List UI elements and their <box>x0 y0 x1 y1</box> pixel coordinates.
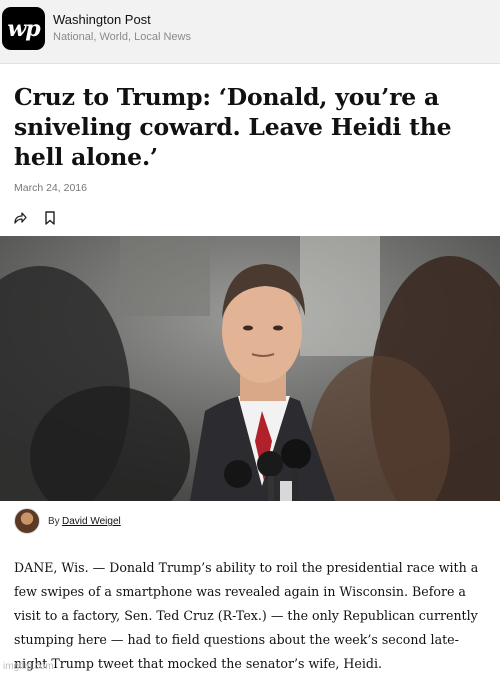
bookmark-icon[interactable] <box>44 211 56 225</box>
article-headline: Cruz to Trump: ‘Donald, you’re a sniveli… <box>14 83 452 171</box>
article-byline: By David Weigel <box>14 508 314 536</box>
app-name: Washington Post <box>53 12 151 27</box>
author-avatar[interactable] <box>14 508 40 534</box>
hero-photo-illustration <box>0 236 500 501</box>
author-link[interactable]: David Weigel <box>62 516 121 527</box>
byline-prefix: By <box>48 516 60 527</box>
article-date: March 24, 2016 <box>14 182 87 194</box>
watermark: imgflip.com <box>3 661 54 672</box>
app-subtitle: National, World, Local News <box>53 31 191 43</box>
article-body: DANE, Wis. — Donald Trump’s ability to r… <box>14 560 479 671</box>
article-hero-photo <box>0 236 500 501</box>
share-icon[interactable] <box>13 211 27 225</box>
washington-post-logo[interactable]: wp <box>2 7 45 50</box>
app-header: wp Washington Post National, World, Loca… <box>0 0 500 64</box>
